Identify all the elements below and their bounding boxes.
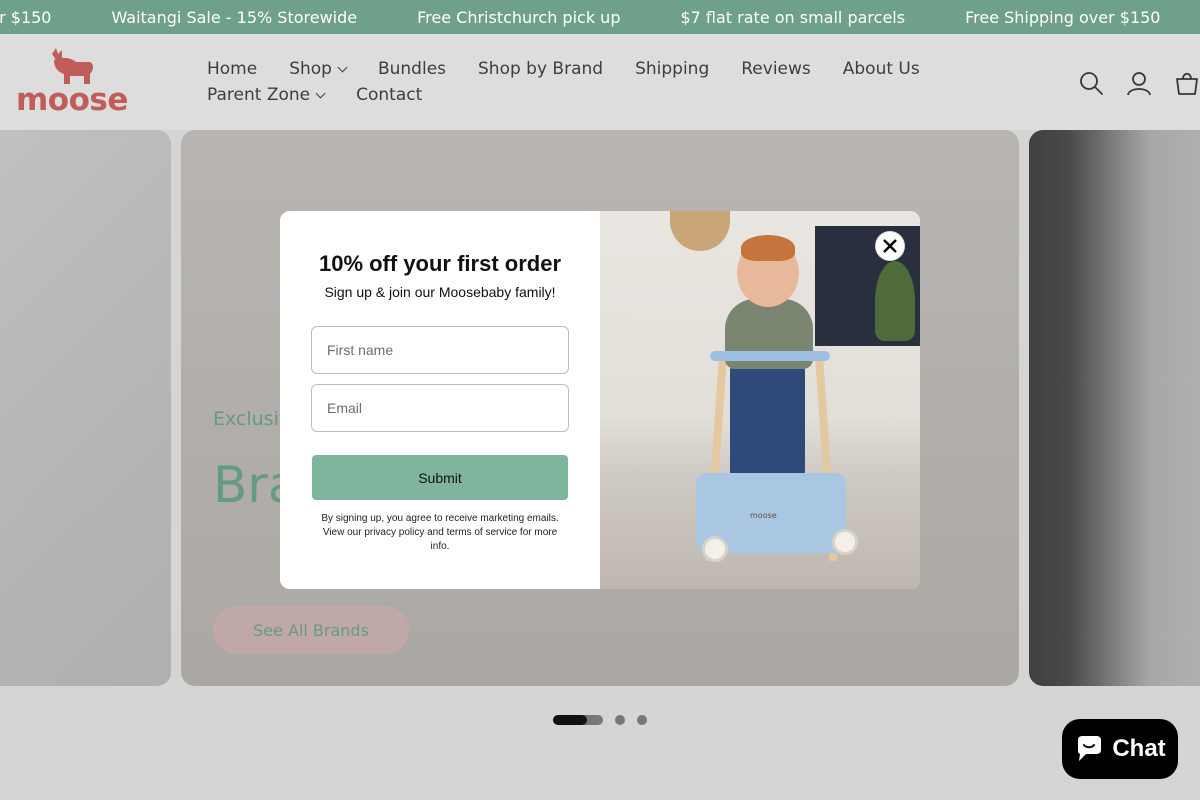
walker-wheel [702,536,728,562]
announcement-message: $7 flat rate on small parcels [680,7,906,27]
walker-brand-label: moose [750,511,777,520]
submit-button[interactable]: Submit [312,455,568,500]
pager-dot-3[interactable] [637,715,647,725]
close-icon [883,239,897,253]
announcement-message: over $150 [0,7,52,27]
announcement-track: over $150 Waitangi Sale - 15% Storewide Fr… [0,0,1160,34]
chat-button[interactable]: Chat [1062,719,1178,779]
pager-dot-1[interactable] [553,715,603,725]
chat-bubble-icon [1078,736,1102,761]
announcement-bar: over $150 Waitangi Sale - 15% Storewide Fr… [0,0,1200,34]
announcement-message: Free Shipping over $150 [965,7,1161,27]
chat-label: Chat [1112,735,1166,762]
pager-dot-2[interactable] [615,715,625,725]
popup-subtitle: Sign up & join our Moosebaby family! [324,284,556,300]
first-name-field[interactable] [311,326,569,374]
signup-popup: 10% off your first order Sign up & join … [280,211,920,589]
walker-wheel [832,529,858,555]
carousel-pager [553,715,647,725]
popup-title: 10% off your first order [318,251,562,276]
hat-shape [670,211,730,251]
baby-legs-shape [730,361,805,481]
plant-shape [875,261,915,341]
walker-handle [710,351,830,361]
signup-form-panel: 10% off your first order Sign up & join … [280,211,600,589]
close-popup-button[interactable] [876,232,904,260]
announcement-message: Waitangi Sale - 15% Storewide [111,7,358,27]
email-field[interactable] [311,384,569,432]
announcement-message: Free Christchurch pick up [417,7,621,27]
popup-image: moose [600,211,920,589]
popup-disclaimer: By signing up, you agree to receive mark… [321,513,559,552]
baby-hair-shape [741,235,795,261]
